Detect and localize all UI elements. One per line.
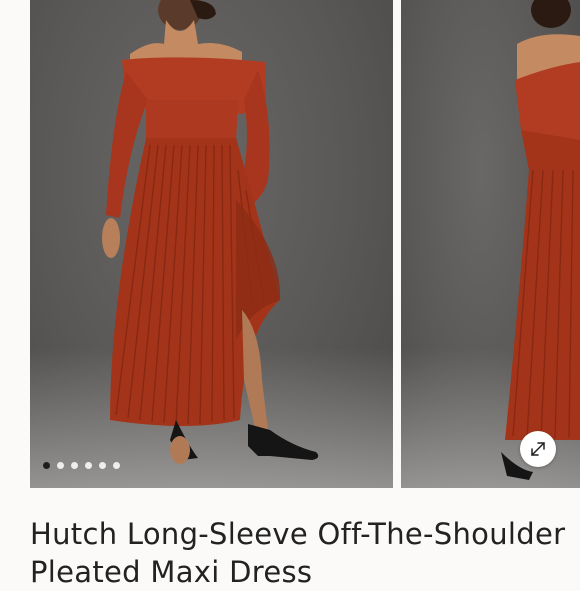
product-image-2[interactable]: [401, 0, 580, 488]
carousel-dot[interactable]: [71, 462, 78, 469]
expand-arrows-icon: [531, 442, 545, 456]
carousel-dot[interactable]: [57, 462, 64, 469]
carousel-dot[interactable]: [99, 462, 106, 469]
model-figure-front: [102, 0, 319, 464]
carousel-dot[interactable]: [43, 462, 50, 469]
product-image-carousel[interactable]: [0, 0, 580, 488]
carousel-dot[interactable]: [85, 462, 92, 469]
carousel-pagination: [43, 462, 120, 469]
product-image-1[interactable]: [30, 0, 393, 488]
expand-image-button[interactable]: [520, 431, 556, 467]
carousel-dot[interactable]: [113, 462, 120, 469]
model-figure-back: [501, 0, 580, 480]
